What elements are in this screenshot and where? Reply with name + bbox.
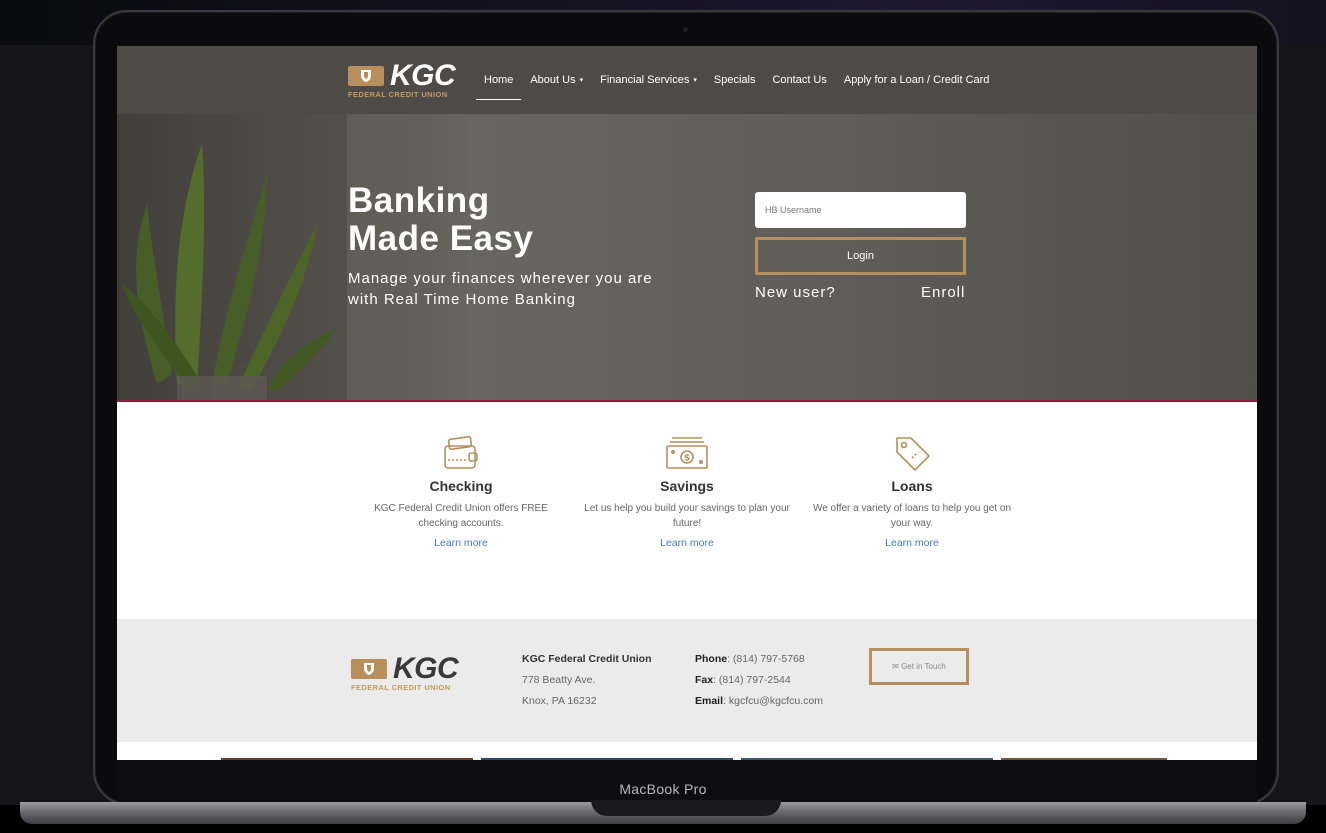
site-logo[interactable]: KGC FEDERAL CREDIT UNION — [348, 59, 458, 100]
site-footer: KGC FEDERAL CREDIT UNION KGC Federal Cre… — [117, 619, 1257, 742]
logo-wordmark: KGC — [393, 652, 459, 685]
feature-description: Let us help you build your savings to pl… — [584, 503, 790, 529]
feature-description: KGC Federal Credit Union offers FREE che… — [374, 503, 548, 529]
wallet-icon — [444, 435, 478, 469]
get-in-touch-button[interactable]: ✉ Get in Touch — [869, 648, 969, 685]
feature-title: Checking — [429, 478, 493, 494]
username-input[interactable] — [755, 192, 966, 228]
logo-subtitle: FEDERAL CREDIT UNION — [351, 683, 451, 692]
nav-item-label: Specials — [713, 74, 756, 86]
hero-overlay — [117, 114, 1257, 400]
feature-title: Loans — [891, 478, 933, 494]
feature-savings: $ Savings Let us help you build your sav… — [584, 432, 790, 549]
chevron-down-icon: ▾ — [579, 77, 584, 84]
browser-viewport: KGC FEDERAL CREDIT UNION Home About Us ▾ Fi… — [117, 46, 1257, 760]
shield-icon — [351, 659, 387, 679]
nav-item-label: Financial Services — [600, 74, 690, 86]
address-line2: Knox, PA 16232 — [522, 695, 597, 707]
top-navigation: KGC FEDERAL CREDIT UNION Home About Us ▾ Fi… — [117, 46, 1257, 114]
laptop-notch — [591, 800, 781, 816]
nav-item-label: Home — [484, 74, 514, 86]
hero-title-line1: Banking — [348, 181, 490, 220]
hero-title: Banking Made Easy — [348, 182, 533, 258]
login-button[interactable]: Login — [755, 237, 966, 275]
address-line1: 778 Beatty Ave. — [522, 674, 596, 686]
nav-item-apply-for-a-loan-credit-card[interactable]: Apply for a Loan / Credit Card — [844, 46, 990, 114]
logo-wordmark: KGC — [390, 59, 456, 92]
footer-contact: Phone: (814) 797-5768 Fax: (814) 797-254… — [695, 649, 823, 712]
nav-item-contact-us[interactable]: Contact Us — [772, 46, 826, 114]
learn-more-link[interactable]: Learn more — [358, 537, 564, 549]
nav-item-financial-services[interactable]: Financial Services ▾ — [600, 46, 697, 114]
email-label: Email — [695, 695, 724, 707]
feature-description: We offer a variety of loans to help you … — [812, 503, 1012, 529]
shield-icon — [348, 66, 384, 86]
main-menu: Home About Us ▾ Financial Services ▾ Specials… — [475, 46, 1006, 114]
org-name: KGC Federal Credit Union — [522, 653, 652, 665]
hero-banner: Banking Made Easy Manage your finances w… — [117, 114, 1257, 400]
logo-subtitle: FEDERAL CREDIT UNION — [348, 90, 448, 99]
feature-loans: Loans We offer a variety of loans to hel… — [809, 432, 1015, 549]
phone-number[interactable]: : (814) 797-5768 — [727, 653, 805, 665]
chevron-down-icon: ▾ — [693, 77, 697, 84]
email-address[interactable]: : kgcfcu@kgcfcu.com — [723, 695, 823, 707]
hero-title-line2: Made Easy — [348, 219, 534, 258]
feature-checking: Checking KGC Federal Credit Union offers… — [358, 432, 564, 549]
nav-item-label: Apply for a Loan / Credit Card — [843, 74, 990, 86]
get-in-touch-label: Get in Touch — [901, 662, 946, 671]
new-user-label: New user? — [755, 284, 836, 301]
nav-item-label: Contact Us — [772, 74, 827, 86]
hero-subtitle: Manage your finances wherever you are wi… — [348, 270, 653, 308]
footer-logo[interactable]: KGC FEDERAL CREDIT UNION — [351, 652, 461, 693]
learn-more-link[interactable]: Learn more — [809, 537, 1015, 549]
fax-number: : (814) 797-2544 — [713, 674, 791, 686]
feature-title: Savings — [660, 478, 714, 494]
learn-more-link[interactable]: Learn more — [584, 537, 790, 549]
device-label: MacBook Pro — [619, 781, 707, 797]
camera-icon — [683, 27, 688, 32]
svg-text:$: $ — [684, 454, 690, 464]
nav-item-label: About Us — [530, 74, 576, 86]
price-tag-icon — [896, 437, 931, 472]
nav-item-specials[interactable]: Specials — [714, 46, 756, 114]
nav-item-about-us[interactable]: About Us ▾ — [530, 46, 583, 114]
nav-item-home[interactable]: Home — [475, 46, 522, 114]
features-section: Checking KGC Federal Credit Union offers… — [117, 402, 1257, 619]
footer-address: KGC Federal Credit Union 778 Beatty Ave.… — [522, 649, 652, 712]
fax-label: Fax — [695, 674, 714, 686]
phone-label: Phone — [695, 653, 728, 665]
envelope-icon: ✉ — [892, 662, 899, 671]
money-stack-icon: $ — [666, 437, 708, 469]
enroll-link[interactable]: Enroll — [921, 284, 965, 301]
